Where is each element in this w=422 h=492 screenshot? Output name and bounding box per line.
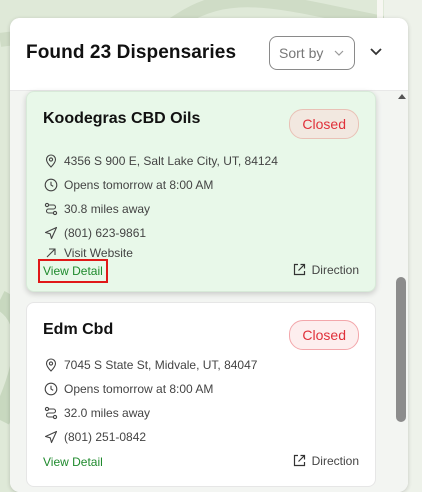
website-row[interactable]: Visit Website xyxy=(44,246,133,260)
dispensary-card[interactable]: Edm Cbd Closed 7045 S State St, Midvale,… xyxy=(26,302,376,487)
status-badge: Closed xyxy=(289,320,359,350)
sort-by-dropdown[interactable]: Sort by xyxy=(269,36,355,70)
dispensary-card[interactable]: Koodegras CBD Oils Closed 4356 S 900 E, … xyxy=(26,91,376,292)
dispensary-list: Koodegras CBD Oils Closed 4356 S 900 E, … xyxy=(10,91,408,492)
phone-text: (801) 623-9861 xyxy=(64,226,147,240)
collapse-chevron-icon[interactable] xyxy=(368,45,384,59)
route-icon xyxy=(44,406,58,420)
hours-text: Opens tomorrow at 8:00 AM xyxy=(64,382,214,396)
view-detail-link[interactable]: View Detail xyxy=(38,259,108,283)
hours-text: Opens tomorrow at 8:00 AM xyxy=(64,178,214,192)
chevron-down-icon xyxy=(334,50,344,56)
address-row: 7045 S State St, Midvale, UT, 84047 xyxy=(44,358,257,372)
direction-link[interactable]: Direction xyxy=(292,262,359,277)
hours-row: Opens tomorrow at 8:00 AM xyxy=(44,382,213,396)
route-icon xyxy=(44,202,58,216)
distance-row: 32.0 miles away xyxy=(44,406,150,420)
dispensary-panel: Found 23 Dispensaries Sort by Koodegras … xyxy=(10,18,408,492)
address-text: 7045 S State St, Midvale, UT, 84047 xyxy=(64,358,258,372)
hours-row: Opens tomorrow at 8:00 AM xyxy=(44,178,213,192)
scrollbar-thumb[interactable] xyxy=(396,277,406,422)
direction-label: Direction xyxy=(311,262,359,277)
phone-row[interactable]: (801) 251-0842 xyxy=(44,430,146,444)
location-pin-icon xyxy=(44,358,58,372)
dispensary-name: Edm Cbd xyxy=(43,321,114,338)
sort-by-label: Sort by xyxy=(279,45,324,61)
clock-icon xyxy=(44,178,58,192)
address-row: 4356 S 900 E, Salt Lake City, UT, 84124 xyxy=(44,154,278,168)
phone-text: (801) 251-0842 xyxy=(64,430,147,444)
status-badge: Closed xyxy=(289,109,359,139)
external-link-icon xyxy=(293,263,305,276)
send-arrow-icon xyxy=(44,226,58,240)
visit-website-link[interactable]: Visit Website xyxy=(64,246,133,260)
external-link-icon xyxy=(293,454,305,467)
direction-label: Direction xyxy=(311,453,359,468)
clock-icon xyxy=(44,382,58,396)
distance-text: 32.0 miles away xyxy=(64,406,151,420)
panel-header: Found 23 Dispensaries Sort by xyxy=(10,18,408,91)
scroll-up-arrow-icon[interactable] xyxy=(397,92,407,100)
dispensary-name: Koodegras CBD Oils xyxy=(43,110,201,127)
address-text: 4356 S 900 E, Salt Lake City, UT, 84124 xyxy=(64,154,278,168)
distance-row: 30.8 miles away xyxy=(44,202,150,216)
send-arrow-icon xyxy=(44,430,58,444)
arrow-up-right-icon xyxy=(44,246,58,260)
direction-link[interactable]: Direction xyxy=(292,453,359,468)
results-title: Found 23 Dispensaries xyxy=(26,42,237,63)
phone-row[interactable]: (801) 623-9861 xyxy=(44,226,146,240)
location-pin-icon xyxy=(44,154,58,168)
view-detail-link[interactable]: View Detail xyxy=(43,455,103,469)
distance-text: 30.8 miles away xyxy=(64,202,151,216)
